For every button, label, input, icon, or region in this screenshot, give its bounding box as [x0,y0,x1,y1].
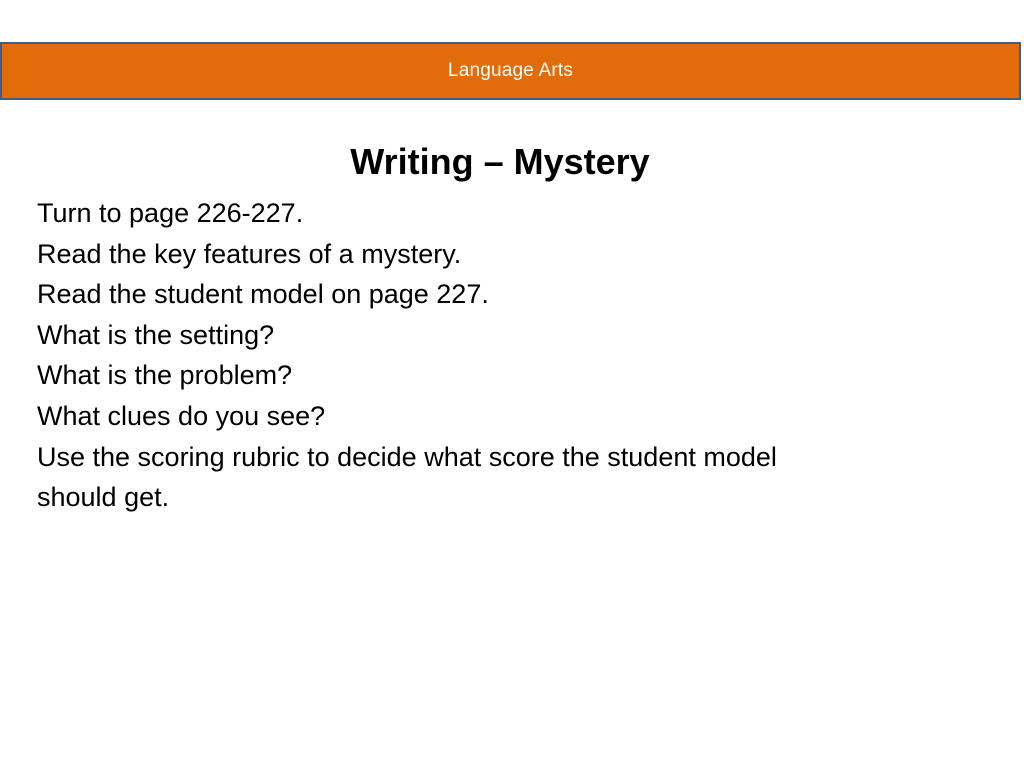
body-line-clues: What clues do you see? [37,400,326,431]
header-banner: Language Arts [0,42,1021,100]
slide: Language Arts Writing – Mystery Turn to … [0,0,1024,768]
banner-label: Language Arts [447,60,574,81]
body-line-setting: What is the setting? [37,319,275,350]
body-line-rubric: Use the scoring rubric to decide what sc… [37,441,777,472]
slide-body: Turn to page 226-227. Read the key featu… [37,193,937,518]
body-line-page: Turn to page 226-227. [37,198,304,228]
body-line-model: Read the student model on page 227. [37,279,489,310]
body-line-problem: What is the problem? [37,360,293,391]
slide-title: Writing – Mystery [350,141,650,182]
body-line-features: Read the key features of a mystery. [37,238,462,269]
body-line-rubric-cont: should get. [37,482,170,513]
